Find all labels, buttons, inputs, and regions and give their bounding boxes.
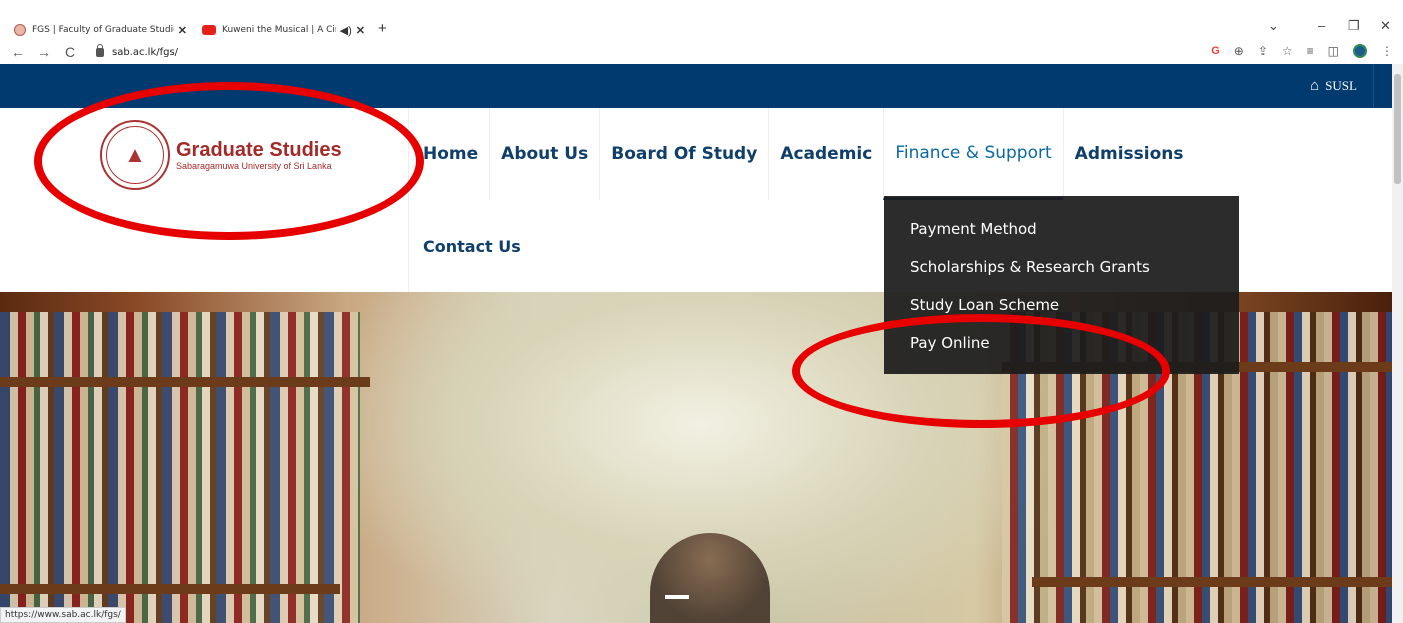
dropdown-item-study-loan[interactable]: Study Loan Scheme bbox=[884, 286, 1239, 324]
university-seal-icon bbox=[100, 120, 170, 190]
back-button[interactable]: ← bbox=[10, 44, 26, 60]
scrollbar-thumb[interactable] bbox=[1394, 74, 1401, 184]
url-text: sab.ac.lk/fgs/ bbox=[112, 46, 179, 58]
lock-icon bbox=[96, 43, 104, 57]
dropdown-item-payment-method[interactable]: Payment Method bbox=[884, 210, 1239, 248]
restore-button[interactable]: ❐ bbox=[1348, 18, 1360, 34]
menu-item-board-of-study[interactable]: Board Of Study bbox=[599, 108, 768, 200]
side-panel-icon[interactable]: ◫ bbox=[1328, 44, 1339, 58]
susl-link[interactable]: ⌂ SUSL bbox=[1294, 64, 1374, 108]
menu-item-finance-support[interactable]: Finance & Support bbox=[883, 108, 1063, 200]
main-menu: Home About Us Board Of Study Academic Fi… bbox=[408, 108, 1195, 200]
site-top-bar: ⌂ SUSL bbox=[0, 64, 1392, 108]
logo-subtitle: Sabaragamuwa University of Sri Lanka bbox=[176, 161, 332, 171]
youtube-favicon-icon bbox=[202, 25, 216, 35]
zoom-icon[interactable]: ⊕ bbox=[1234, 44, 1244, 58]
new-tab-button[interactable]: + bbox=[378, 20, 387, 37]
browser-menu-icon[interactable]: ⋮ bbox=[1381, 44, 1393, 58]
minimize-button[interactable]: – bbox=[1318, 18, 1325, 33]
reload-button[interactable]: C bbox=[62, 44, 78, 60]
shelf-board bbox=[0, 584, 340, 594]
browser-toolbar: G ⊕ ⇪ ☆ ≡ ◫ ⋮ bbox=[1211, 44, 1393, 58]
profile-avatar[interactable] bbox=[1353, 44, 1367, 58]
tab-title: FGS | Faculty of Graduate Studies bbox=[32, 25, 174, 35]
dropdown-item-scholarships[interactable]: Scholarships & Research Grants bbox=[884, 248, 1239, 286]
home-icon: ⌂ bbox=[1310, 77, 1320, 94]
left-bookshelf bbox=[0, 312, 360, 623]
browser-tab-active[interactable]: FGS | Faculty of Graduate Studies ✕ bbox=[8, 20, 193, 40]
menu-item-admissions[interactable]: Admissions bbox=[1062, 108, 1195, 200]
slide-indicator[interactable] bbox=[665, 595, 689, 599]
menu-item-about-us[interactable]: About Us bbox=[489, 108, 599, 200]
forward-button[interactable]: → bbox=[36, 44, 52, 60]
susl-label: SUSL bbox=[1325, 78, 1357, 93]
bookmark-star-icon[interactable]: ☆ bbox=[1282, 44, 1293, 58]
google-icon[interactable]: G bbox=[1211, 45, 1220, 57]
shelf-board bbox=[1032, 577, 1392, 587]
seal-favicon-icon bbox=[14, 24, 26, 36]
site-logo[interactable]: Graduate Studies Sabaragamuwa University… bbox=[100, 120, 342, 190]
browser-tab-bar: FGS | Faculty of Graduate Studies ✕ Kuwe… bbox=[0, 0, 1403, 40]
menu-item-academic[interactable]: Academic bbox=[768, 108, 883, 200]
status-url: https://www.sab.ac.lk/fgs/ bbox=[0, 607, 126, 623]
close-window-button[interactable]: ✕ bbox=[1380, 18, 1391, 34]
tab-search-icon[interactable]: ⌄ bbox=[1268, 18, 1279, 34]
menu-item-home[interactable]: Home bbox=[408, 108, 489, 200]
url-field[interactable]: sab.ac.lk/fgs/ bbox=[96, 43, 179, 58]
tab-title: Kuweni the Musical | A Ciner bbox=[222, 25, 336, 35]
close-tab-icon[interactable]: ✕ bbox=[356, 24, 365, 37]
page-scrollbar[interactable] bbox=[1392, 64, 1403, 623]
menu-item-contact-us[interactable]: Contact Us bbox=[408, 200, 521, 292]
logo-title: Graduate Studies bbox=[176, 139, 342, 161]
reading-list-icon[interactable]: ≡ bbox=[1307, 44, 1314, 58]
finance-support-dropdown: Payment Method Scholarships & Research G… bbox=[884, 196, 1239, 374]
dropdown-item-pay-online[interactable]: Pay Online bbox=[884, 324, 1239, 362]
address-bar-row: ← → C sab.ac.lk/fgs/ bbox=[0, 40, 1403, 64]
shelf-board bbox=[0, 377, 370, 387]
close-tab-icon[interactable]: ✕ bbox=[178, 24, 187, 37]
browser-tab-inactive[interactable]: Kuweni the Musical | A Ciner ◀) ✕ bbox=[196, 20, 371, 40]
audio-icon[interactable]: ◀) bbox=[340, 24, 352, 37]
share-icon[interactable]: ⇪ bbox=[1258, 44, 1268, 58]
